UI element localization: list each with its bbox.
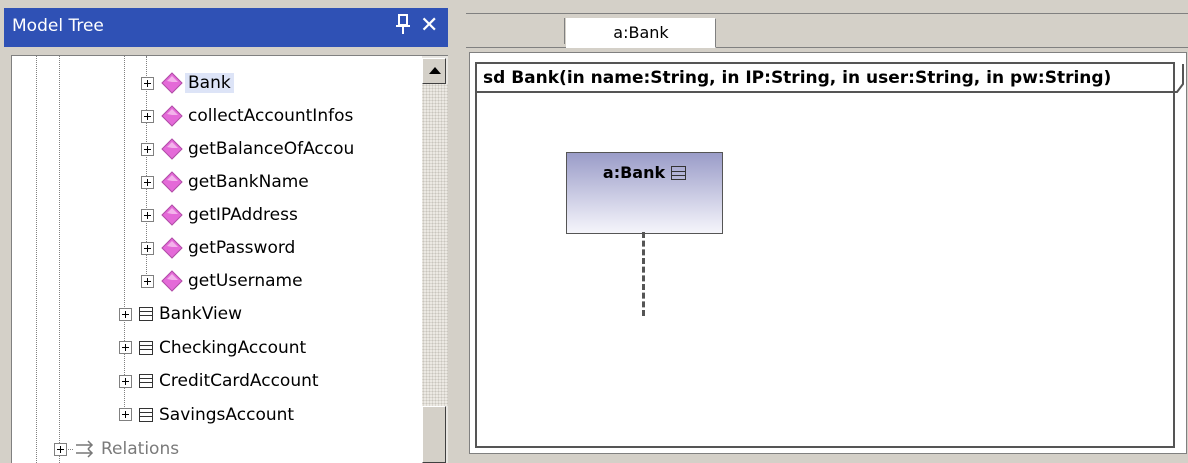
operation-icon: [161, 105, 183, 127]
scroll-up-button[interactable]: [422, 58, 446, 84]
expand-plus-icon[interactable]: [141, 76, 154, 90]
class-icon: [139, 307, 153, 321]
model-tree-title-bar: Model Tree ✕: [4, 8, 448, 47]
scroll-track[interactable]: [422, 84, 448, 406]
tree-item[interactable]: BankView: [119, 299, 242, 329]
relations-icon: [76, 440, 94, 458]
close-icon[interactable]: ✕: [420, 14, 438, 38]
model-tree-view[interactable]: Bank collectAccountInfos getBalanceOfAccou…: [11, 55, 448, 463]
operation-icon: [161, 72, 183, 94]
tree-item-label: getBalanceOfAccou: [188, 139, 355, 159]
lifeline-dashed-line[interactable]: [642, 232, 645, 316]
operation-icon: [161, 171, 183, 193]
expand-plus-icon[interactable]: [119, 374, 132, 388]
tree-item-label: SavingsAccount: [159, 404, 295, 425]
expand-plus-icon[interactable]: [119, 341, 132, 354]
tree-vertical-scrollbar[interactable]: [422, 56, 448, 463]
expand-plus-icon[interactable]: [141, 241, 154, 255]
tree-item[interactable]: getUsername: [141, 266, 303, 296]
tree-item-label: getPassword: [188, 238, 296, 258]
expand-plus-icon[interactable]: [141, 142, 154, 156]
class-icon: [139, 374, 153, 388]
diagram-tab-strip: a:Bank: [466, 13, 1188, 48]
tree-item-label: Bank: [185, 73, 234, 93]
tab-bank-diagram[interactable]: a:Bank: [566, 18, 716, 48]
expand-plus-icon[interactable]: [141, 175, 154, 189]
expand-plus-icon[interactable]: [141, 208, 154, 222]
tree-item-label: BankView: [159, 304, 243, 324]
tree-item-label: getBankName: [188, 172, 309, 192]
expand-plus-icon[interactable]: [119, 307, 132, 321]
model-tree-title: Model Tree: [12, 16, 104, 36]
pin-icon[interactable]: [393, 12, 413, 38]
lifeline-label: a:Bank: [567, 163, 722, 182]
tree-item-label: collectAccountInfos: [188, 106, 354, 126]
model-tree-panel: Model Tree ✕ Bank collectAccountInfos getB…: [0, 0, 454, 463]
operation-icon: [161, 138, 183, 160]
operation-icon: [161, 204, 183, 226]
sequence-diagram-title: sd Bank(in name:String, in IP:String, in…: [483, 68, 1112, 88]
tree-item-label: getUsername: [188, 271, 303, 291]
lifeline-head-bank[interactable]: a:Bank: [566, 152, 723, 234]
tree-item-label: CreditCardAccount: [159, 371, 319, 391]
class-icon: [139, 340, 153, 355]
tree-item[interactable]: getIPAddress: [141, 200, 298, 230]
operation-icon: [161, 237, 183, 259]
tree-item[interactable]: CheckingAccount: [119, 333, 306, 363]
operation-icon: [161, 270, 183, 292]
expand-plus-icon[interactable]: [54, 442, 67, 456]
tree-item[interactable]: getBankName: [141, 167, 309, 197]
tree-item[interactable]: Bank: [141, 68, 234, 98]
class-icon: [139, 407, 153, 422]
tree-item[interactable]: collectAccountInfos: [141, 101, 353, 131]
scroll-thumb[interactable]: [422, 406, 446, 463]
diagram-canvas[interactable]: sd Bank(in name:String, in IP:String, in…: [469, 52, 1187, 454]
tree-item[interactable]: SavingsAccount: [119, 400, 294, 430]
tree-item[interactable]: getBalanceOfAccou: [141, 134, 354, 164]
tree-item-label: CheckingAccount: [159, 337, 307, 358]
tree-item[interactable]: Relations: [54, 434, 179, 463]
tree-item[interactable]: getPassword: [141, 233, 295, 263]
expand-plus-icon[interactable]: [119, 408, 132, 421]
tab-blank[interactable]: [466, 18, 565, 44]
diagram-panel: a:Bank sd Bank(in name:String, in IP:Str…: [460, 0, 1188, 462]
sequence-diagram-frame[interactable]: sd Bank(in name:String, in IP:String, in…: [475, 62, 1184, 448]
tree-item-label: Relations: [101, 439, 180, 459]
tree-item[interactable]: CreditCardAccount: [119, 366, 319, 396]
expand-plus-icon[interactable]: [141, 274, 154, 288]
expand-plus-icon[interactable]: [141, 109, 154, 123]
class-icon: [671, 166, 687, 180]
tree-item-label: getIPAddress: [188, 205, 298, 225]
